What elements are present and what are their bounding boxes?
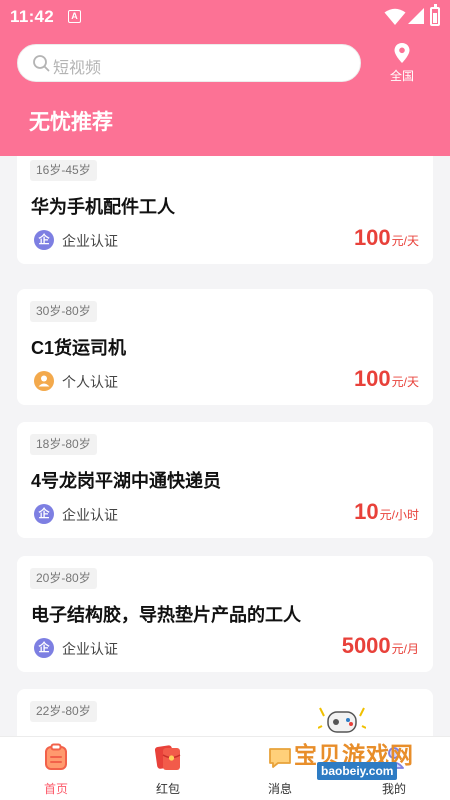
salary-amount: 100 (353, 225, 391, 250)
watermark-url: baobeiy.com (317, 762, 398, 780)
search-placeholder: 短视频 (53, 60, 102, 77)
nav-label: 消息 (267, 782, 292, 796)
wifi-icon (384, 8, 406, 25)
verify-label: 企业认证 (62, 233, 118, 249)
nav-item-home[interactable]: 首页 (16, 737, 96, 800)
person-verified-icon (34, 371, 54, 391)
search-icon (33, 55, 50, 72)
company-verified-icon: 企 (34, 230, 54, 250)
status-bar: 11:42 A (0, 0, 450, 34)
verify-label: 企业认证 (62, 641, 118, 657)
job-card[interactable]: 30岁-80岁 C1货运司机 个人认证 100元/天 (17, 289, 433, 405)
salary-amount: 10 (354, 499, 379, 524)
signal-icon (408, 8, 424, 24)
job-title: C1货运司机 (31, 338, 127, 358)
location-pin-icon (394, 43, 410, 63)
location-label: 全国 (389, 69, 414, 83)
job-title: 电子结构胶，导热垫片产品的工人 (31, 605, 301, 625)
salary-amount: 100 (353, 366, 391, 391)
salary: 100元/天 (354, 366, 419, 392)
salary-unit: 元/小时 (379, 508, 419, 522)
age-range-badge: 20岁-80岁 (30, 568, 97, 589)
battery-icon (430, 4, 440, 26)
age-range-badge: 22岁-80岁 (30, 701, 97, 722)
salary: 10元/小时 (354, 499, 419, 525)
age-range-badge: 16岁-45岁 (30, 160, 97, 181)
salary: 5000元/月 (342, 633, 419, 659)
job-card[interactable]: 18岁-80岁 4号龙岗平湖中通快递员 企 企业认证 10元/小时 (17, 422, 433, 538)
search-input[interactable]: 短视频 (17, 44, 361, 82)
job-list: 16岁-45岁 华为手机配件工人 企 企业认证 100元/天 30岁-80岁 C… (0, 156, 450, 736)
age-range-badge: 30岁-80岁 (30, 301, 97, 322)
salary-unit: 元/月 (391, 642, 419, 656)
location-button[interactable]: 全国 (386, 42, 418, 86)
person-icon (38, 375, 50, 387)
nav-label: 首页 (43, 782, 68, 796)
nav-label: 我的 (381, 782, 406, 796)
gamepad-icon (318, 707, 366, 733)
verify-label: 企业认证 (62, 507, 118, 523)
page-title: 无忧推荐 (29, 111, 113, 134)
salary-unit: 元/天 (391, 375, 419, 389)
status-time: 11:42 (10, 7, 55, 26)
salary-unit: 元/天 (391, 234, 419, 248)
salary-amount: 5000 (341, 633, 391, 658)
header: 短视频 全国 无忧推荐 (0, 34, 450, 156)
home-clipboard-icon (45, 743, 67, 770)
company-verified-icon: 企 (34, 504, 54, 524)
watermark: 宝贝游戏网 baobeiy.com (268, 706, 420, 780)
age-range-badge: 18岁-80岁 (30, 434, 97, 455)
nav-label: 红包 (155, 782, 180, 796)
salary: 100元/天 (354, 225, 419, 251)
job-card[interactable]: 20岁-80岁 电子结构胶，导热垫片产品的工人 企 企业认证 5000元/月 (17, 556, 433, 672)
job-card[interactable]: 16岁-45岁 华为手机配件工人 企 企业认证 100元/天 (17, 156, 433, 264)
verify-label: 个人认证 (62, 374, 118, 390)
job-title: 华为手机配件工人 (31, 197, 175, 217)
nav-item-red-envelope[interactable]: 红包 (128, 737, 208, 800)
app-notification-icon: A (68, 10, 81, 23)
company-verified-icon: 企 (34, 638, 54, 658)
red-envelope-icon (155, 745, 181, 770)
job-title: 4号龙岗平湖中通快递员 (31, 471, 222, 491)
